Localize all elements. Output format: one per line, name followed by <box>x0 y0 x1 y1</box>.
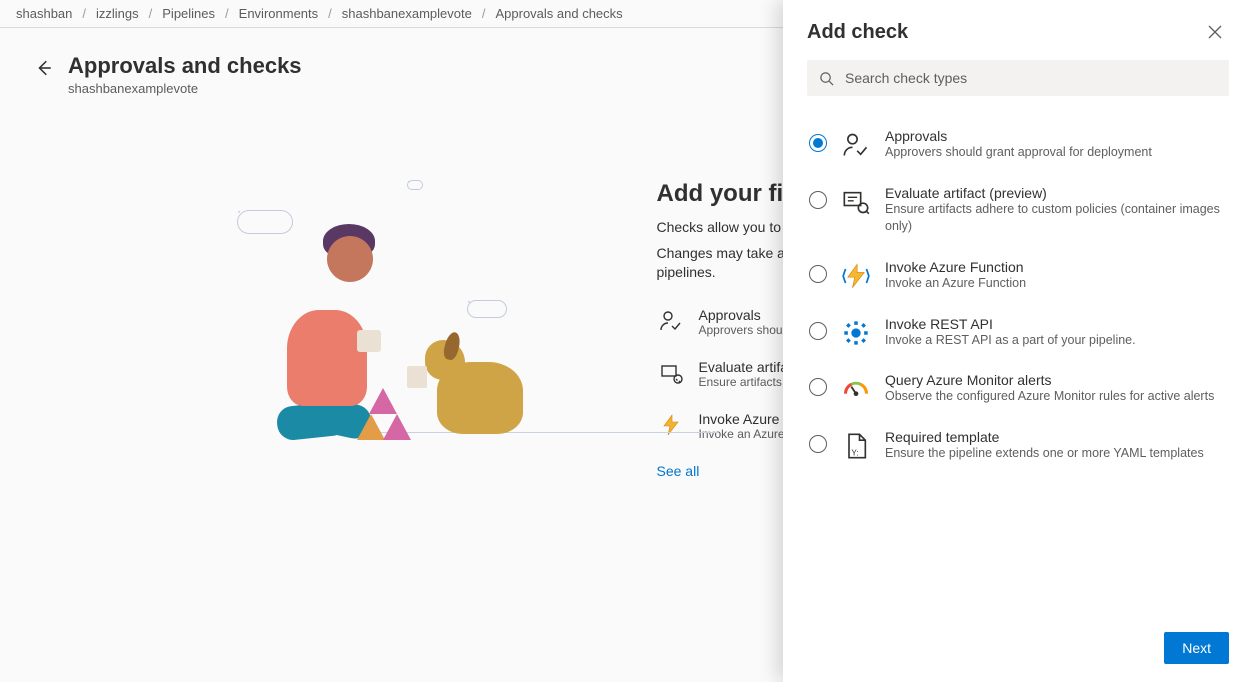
check-option-desc: Observe the configured Azure Monitor rul… <box>885 388 1227 405</box>
check-option-desc: Ensure the pipeline extends one or more … <box>885 445 1227 462</box>
check-option-evaluate-artifact[interactable]: Evaluate artifact (preview) Ensure artif… <box>807 173 1229 247</box>
person-check-icon <box>841 130 871 160</box>
check-option-title: Invoke REST API <box>885 316 1227 332</box>
radio-button[interactable] <box>809 378 827 396</box>
person-check-icon <box>657 307 685 335</box>
back-button[interactable] <box>30 54 58 82</box>
check-option-desc: Approvers should grant approval for depl… <box>885 144 1227 161</box>
search-check-types[interactable] <box>807 60 1229 96</box>
breadcrumb-sep: / <box>82 6 86 21</box>
page-title: Approvals and checks <box>68 52 302 81</box>
template-file-icon: Y: <box>841 431 871 461</box>
breadcrumb-item[interactable]: Approvals and checks <box>495 6 622 21</box>
check-option-title: Invoke Azure Function <box>885 259 1227 275</box>
check-option-invoke-azure-function[interactable]: Invoke Azure Function Invoke an Azure Fu… <box>807 247 1229 304</box>
check-type-list: Approvals Approvers should grant approva… <box>783 116 1253 622</box>
function-icon <box>657 411 685 439</box>
breadcrumb-sep: / <box>225 6 229 21</box>
breadcrumb-item[interactable]: Pipelines <box>162 6 215 21</box>
panel-title: Add check <box>807 21 908 44</box>
check-option-required-template[interactable]: Y: Required template Ensure the pipeline… <box>807 417 1229 474</box>
monitor-gauge-icon <box>841 374 871 404</box>
breadcrumb-item[interactable]: shashban <box>16 6 72 21</box>
breadcrumb-item[interactable]: shashbanexamplevote <box>342 6 472 21</box>
check-option-title: Required template <box>885 429 1227 445</box>
breadcrumb-sep: / <box>149 6 153 21</box>
radio-button[interactable] <box>809 435 827 453</box>
add-check-panel: Add check Approvals Approvers should gra… <box>783 0 1253 682</box>
breadcrumb-item[interactable]: Environments <box>239 6 318 21</box>
illustration <box>177 180 597 460</box>
check-option-desc: Invoke an Azure Function <box>885 275 1227 292</box>
radio-button[interactable] <box>809 265 827 283</box>
page-subtitle: shashbanexamplevote <box>68 81 302 96</box>
radio-button[interactable] <box>809 134 827 152</box>
check-option-approvals[interactable]: Approvals Approvers should grant approva… <box>807 116 1229 173</box>
artifact-icon <box>657 359 685 387</box>
close-button[interactable] <box>1201 18 1229 46</box>
gear-icon <box>841 318 871 348</box>
check-option-desc: Ensure artifacts adhere to custom polici… <box>885 201 1227 235</box>
radio-button[interactable] <box>809 322 827 340</box>
next-button[interactable]: Next <box>1164 632 1229 664</box>
search-input[interactable] <box>843 69 1219 87</box>
check-option-title: Approvals <box>885 128 1227 144</box>
check-option-invoke-rest-api[interactable]: Invoke REST API Invoke a REST API as a p… <box>807 304 1229 361</box>
check-option-desc: Invoke a REST API as a part of your pipe… <box>885 332 1227 349</box>
radio-button[interactable] <box>809 191 827 209</box>
svg-text:Y:: Y: <box>851 449 858 458</box>
check-option-title: Evaluate artifact (preview) <box>885 185 1227 201</box>
breadcrumb-sep: / <box>482 6 486 21</box>
breadcrumb-sep: / <box>328 6 332 21</box>
breadcrumb-item[interactable]: izzlings <box>96 6 139 21</box>
arrow-left-icon <box>35 59 53 77</box>
artifact-icon <box>841 187 871 217</box>
check-option-query-azure-monitor[interactable]: Query Azure Monitor alerts Observe the c… <box>807 360 1229 417</box>
function-icon <box>841 261 871 291</box>
close-icon <box>1207 24 1223 40</box>
search-icon <box>817 69 835 87</box>
check-option-title: Query Azure Monitor alerts <box>885 372 1227 388</box>
